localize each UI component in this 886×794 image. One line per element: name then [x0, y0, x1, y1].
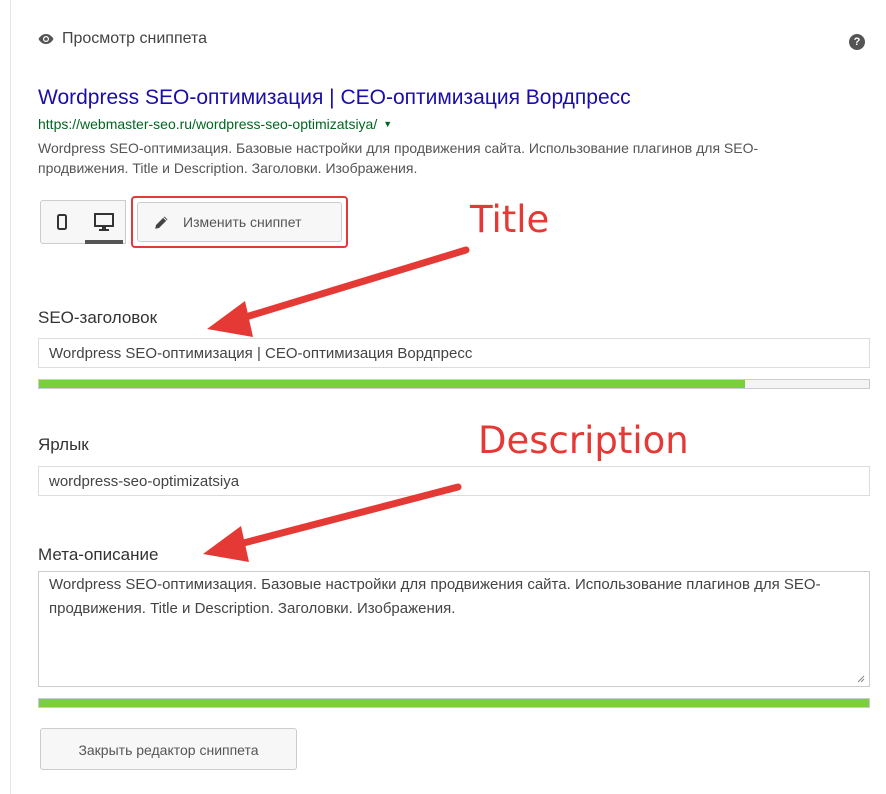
annotation-arrows [203, 246, 470, 562]
description-arrow [203, 483, 462, 562]
title-arrow [207, 246, 470, 337]
